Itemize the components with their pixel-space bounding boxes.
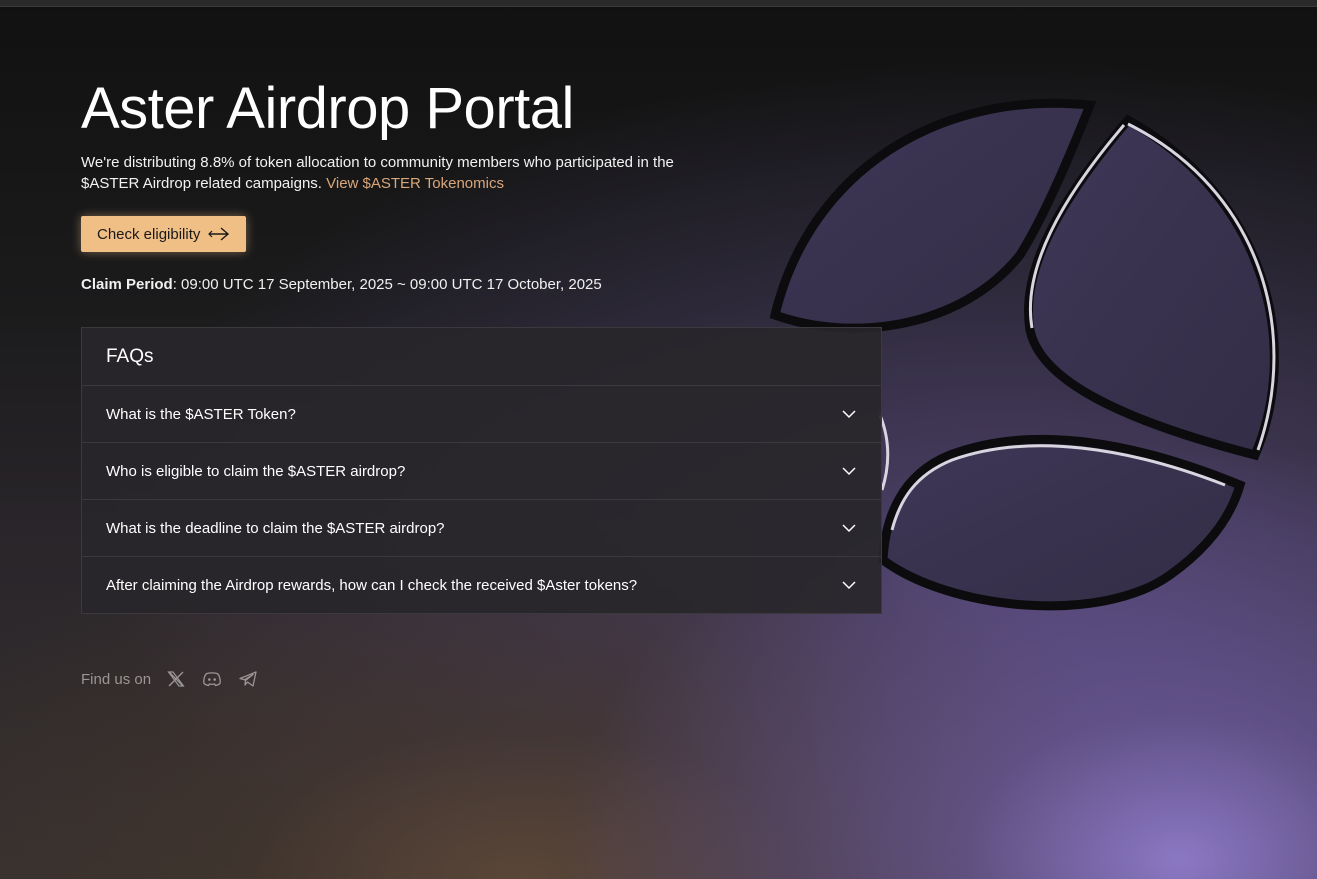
faq-question: What is the deadline to claim the $ASTER… <box>106 519 445 537</box>
page-title: Aster Airdrop Portal <box>81 76 574 141</box>
arrow-right-icon <box>208 227 230 241</box>
faq-question: After claiming the Airdrop rewards, how … <box>106 576 638 594</box>
claim-period-value: : 09:00 UTC 17 September, 2025 ~ 09:00 U… <box>172 276 602 293</box>
hero-description: We're distributing 8.8% of token allocat… <box>81 152 681 194</box>
check-eligibility-button[interactable]: Check eligibility <box>81 216 247 252</box>
find-us-label: Find us on <box>81 670 152 688</box>
claim-period: Claim Period: 09:00 UTC 17 September, 20… <box>81 276 881 293</box>
social-links <box>165 668 259 690</box>
faq-item[interactable]: After claiming the Airdrop rewards, how … <box>82 557 881 613</box>
hero-section: Aster Airdrop Portal We're distributing … <box>81 76 881 293</box>
telegram-link[interactable] <box>237 668 259 690</box>
faq-question: Who is eligible to claim the $ASTER aird… <box>106 462 406 480</box>
discord-link[interactable] <box>201 668 223 690</box>
faq-question: What is the $ASTER Token? <box>106 405 296 423</box>
faq-item[interactable]: Who is eligible to claim the $ASTER aird… <box>82 443 881 500</box>
chevron-down-icon <box>842 524 856 533</box>
top-bar <box>0 0 1317 7</box>
discord-icon <box>203 672 221 687</box>
claim-period-label: Claim Period <box>81 276 173 293</box>
x-link[interactable] <box>165 668 187 690</box>
chevron-down-icon <box>842 467 856 476</box>
faq-heading: FAQs <box>82 328 881 386</box>
x-icon <box>167 671 185 687</box>
faq-item[interactable]: What is the $ASTER Token? <box>82 386 881 443</box>
telegram-icon <box>239 671 257 687</box>
tokenomics-link[interactable]: View $ASTER Tokenomics <box>326 175 504 192</box>
chevron-down-icon <box>842 410 856 419</box>
find-us-section: Find us on <box>81 668 259 690</box>
chevron-down-icon <box>842 581 856 590</box>
check-eligibility-label: Check eligibility <box>97 225 201 243</box>
faq-item[interactable]: What is the deadline to claim the $ASTER… <box>82 500 881 557</box>
faq-panel: FAQs What is the $ASTER Token? Who is el… <box>81 327 882 614</box>
